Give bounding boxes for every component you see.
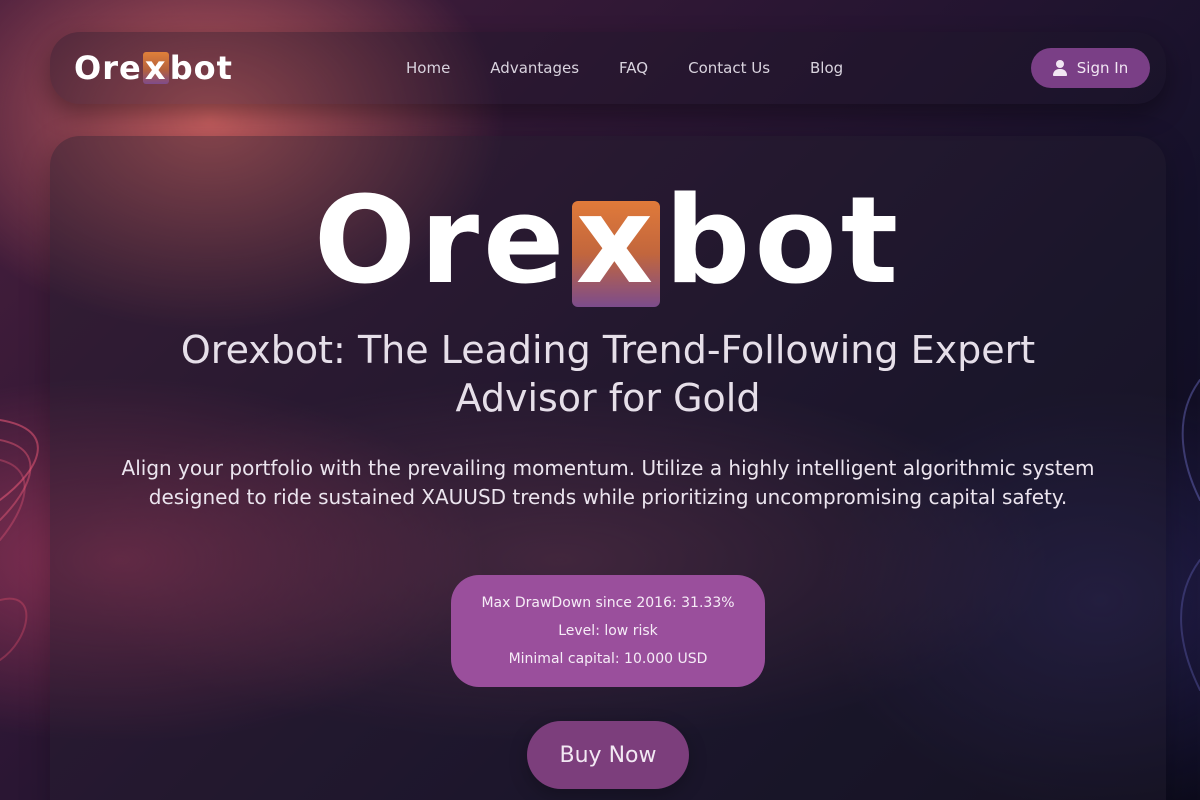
nav-link-contact-us[interactable]: Contact Us xyxy=(688,59,770,77)
navbar-logo[interactable]: Ore x bot xyxy=(74,48,233,88)
sign-in-button[interactable]: Sign In xyxy=(1031,48,1150,88)
hero-subtext: Align your portfolio with the prevailing… xyxy=(121,456,1095,509)
hero-logo-highlight: x xyxy=(575,172,658,311)
hero-card: Ore x bot Orexbot: The Leading Trend-Fol… xyxy=(50,136,1166,800)
nav-link-blog[interactable]: Blog xyxy=(810,59,843,77)
nav-link-home[interactable]: Home xyxy=(406,59,450,77)
sign-in-label: Sign In xyxy=(1076,59,1129,77)
logo-text-highlight: x xyxy=(144,49,167,87)
logo-text-suffix: bot xyxy=(169,49,233,87)
hero-logo-suffix: bot xyxy=(664,172,903,311)
stat-max-drawdown: Max DrawDown since 2016: 31.33% xyxy=(481,595,735,611)
stats-panel: Max DrawDown since 2016: 31.33% Level: l… xyxy=(451,575,765,687)
buy-now-button[interactable]: Buy Now xyxy=(527,721,689,789)
hero-logo-prefix: Ore xyxy=(313,172,569,311)
stat-risk-level: Level: low risk xyxy=(558,623,658,639)
user-icon xyxy=(1052,60,1067,76)
hero-headline: Orexbot: The Leading Trend-Following Exp… xyxy=(180,328,1036,420)
hero-logo-x-badge: x xyxy=(572,182,661,307)
logo-text-prefix: Ore xyxy=(74,49,142,87)
nav-link-advantages[interactable]: Advantages xyxy=(490,59,579,77)
logo-x-badge: x xyxy=(142,49,169,87)
nav-link-faq[interactable]: FAQ xyxy=(619,59,648,77)
nav-links: Home Advantages FAQ Contact Us Blog xyxy=(406,32,843,104)
top-navbar: Ore x bot Home Advantages FAQ Contact Us… xyxy=(50,32,1166,104)
hero-logo: Ore x bot xyxy=(50,172,1166,311)
stat-minimal-capital: Minimal capital: 10.000 USD xyxy=(508,651,708,667)
